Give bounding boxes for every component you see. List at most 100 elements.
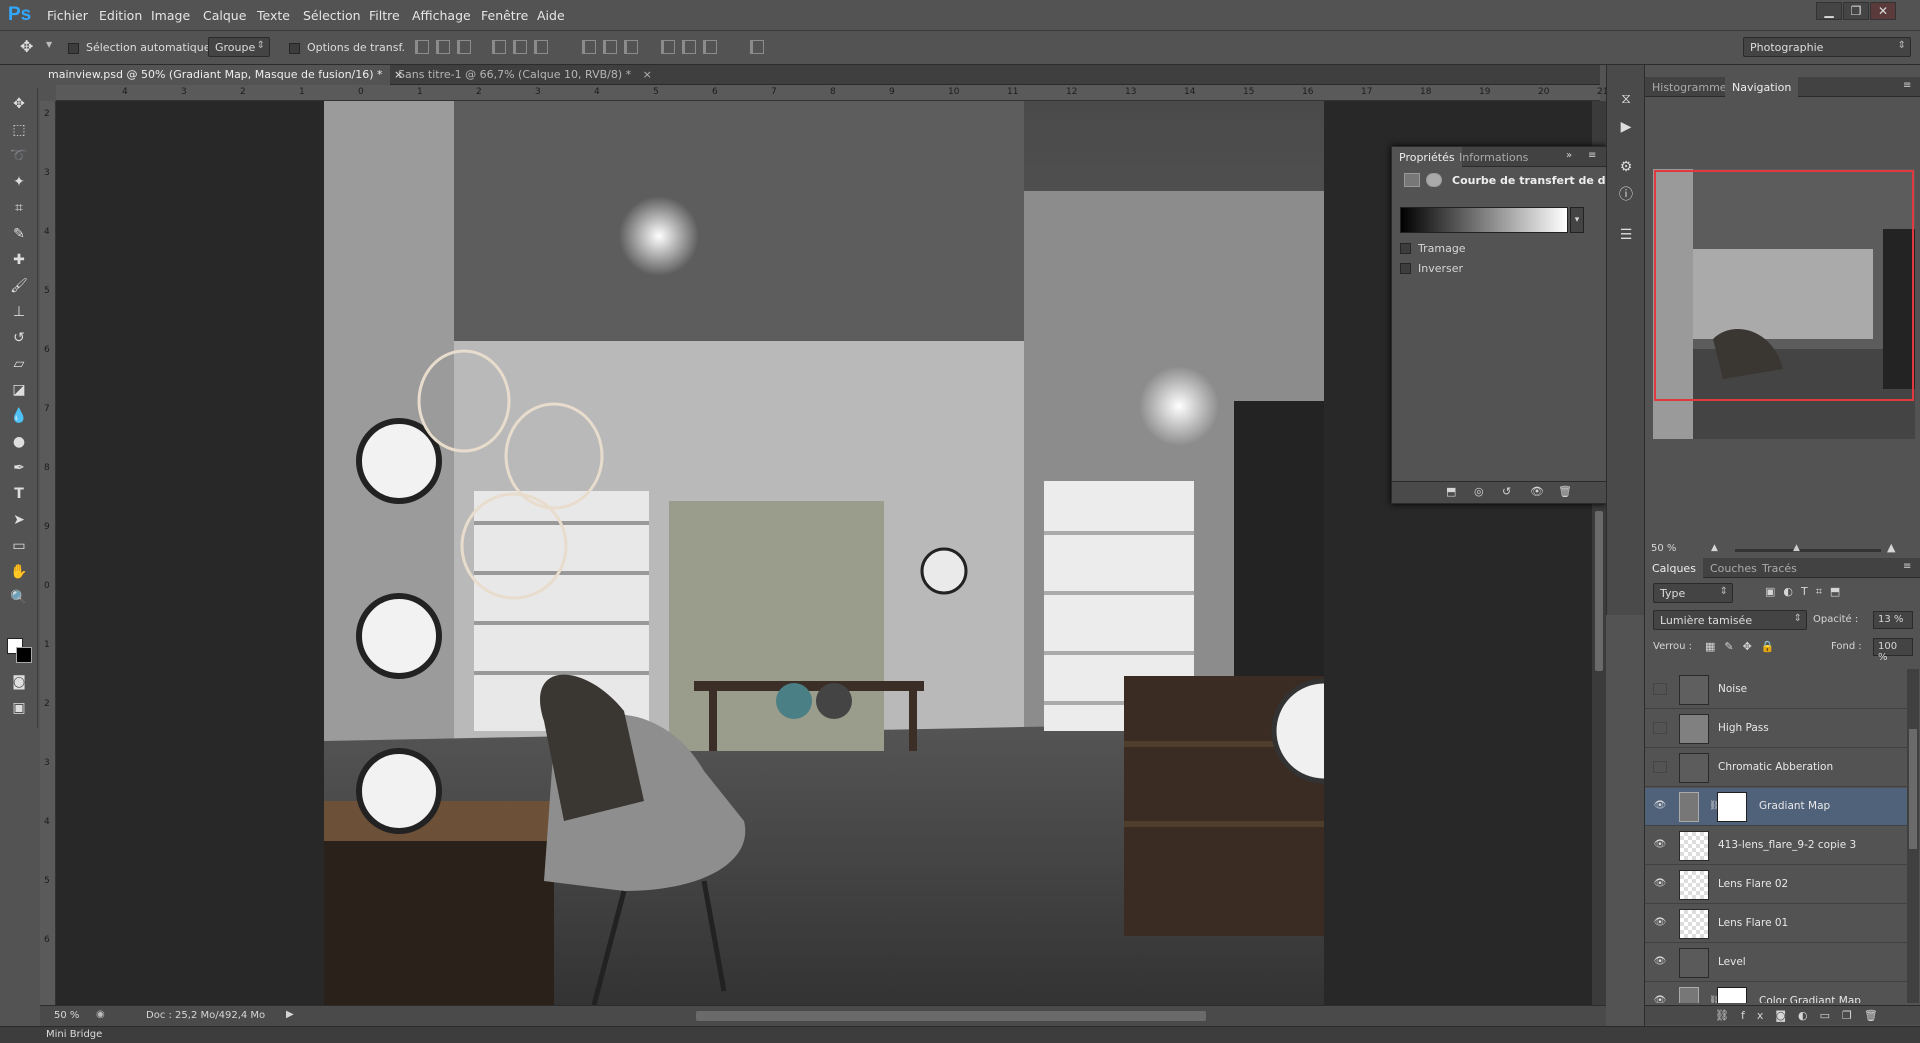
layer-row[interactable]: 👁 Lens Flare 02 bbox=[1645, 866, 1907, 904]
gradient-dropdown-icon[interactable]: ▾ bbox=[1570, 207, 1584, 233]
magic-wand-icon[interactable]: ✦ bbox=[9, 172, 29, 192]
fill-input[interactable]: 100 % bbox=[1873, 638, 1913, 663]
align-icon[interactable] bbox=[513, 40, 527, 54]
background-color-swatch[interactable] bbox=[16, 647, 32, 663]
eye-icon[interactable]: 👁 bbox=[1653, 800, 1667, 812]
menu-aide[interactable]: Aide bbox=[537, 8, 565, 23]
eyedropper-icon[interactable]: ✎ bbox=[9, 224, 29, 244]
layer-row[interactable]: 👁 413-lens_flare_9-2 copie 3 bbox=[1645, 827, 1907, 865]
layer-row[interactable]: 👁 Lens Flare 01 bbox=[1645, 905, 1907, 943]
align-icon[interactable] bbox=[682, 40, 696, 54]
eye-icon[interactable]: 👁 bbox=[1653, 878, 1667, 890]
eye-icon[interactable]: 👁 bbox=[1653, 995, 1667, 1003]
zoom-readout[interactable]: 50 % bbox=[54, 1010, 79, 1021]
layer-mask-thumbnail[interactable] bbox=[1717, 792, 1747, 822]
tab-navigation[interactable]: Navigation bbox=[1725, 77, 1799, 97]
layer-row[interactable]: Chromatic Abberation bbox=[1645, 749, 1907, 787]
eye-icon[interactable]: 👁 bbox=[1653, 839, 1667, 851]
visibility-toggle[interactable] bbox=[1653, 722, 1667, 734]
crop-tool-icon[interactable]: ⌗ bbox=[9, 198, 29, 218]
trash-icon[interactable]: 🗑 bbox=[1558, 485, 1572, 498]
tab-mainview[interactable]: mainview.psd @ 50% (Gradiant Map, Masque… bbox=[40, 65, 403, 85]
view-previous-icon[interactable]: ◎ bbox=[1474, 485, 1484, 498]
history-brush-icon[interactable]: ↺ bbox=[9, 328, 29, 348]
adjustments-icon[interactable]: ⚙ bbox=[1616, 157, 1636, 177]
gradient-preview[interactable] bbox=[1400, 207, 1568, 233]
layer-mask-thumbnail[interactable] bbox=[1717, 987, 1747, 1003]
tab-traces[interactable]: Tracés bbox=[1755, 558, 1804, 578]
screen-mode-icon[interactable]: ▣ bbox=[9, 698, 29, 718]
navigator-preview[interactable] bbox=[1653, 169, 1915, 439]
align-icon[interactable] bbox=[436, 40, 450, 54]
layers-scrollbar[interactable] bbox=[1907, 669, 1919, 1003]
tab-informations[interactable]: Informations bbox=[1452, 147, 1535, 167]
eye-icon[interactable]: 👁 bbox=[1653, 956, 1667, 968]
restore-button[interactable]: ❐ bbox=[1843, 2, 1869, 20]
align-icon[interactable] bbox=[534, 40, 548, 54]
layer-row[interactable]: 👁 ⛓ Color Gradiant Map bbox=[1645, 983, 1907, 1003]
dither-checkbox[interactable] bbox=[1400, 243, 1411, 254]
eye-icon[interactable]: 👁 bbox=[1653, 917, 1667, 929]
dodge-tool-icon[interactable]: ● bbox=[9, 432, 29, 452]
close-button[interactable]: ✕ bbox=[1870, 2, 1896, 20]
eraser-tool-icon[interactable]: ▱ bbox=[9, 354, 29, 374]
scroll-thumb[interactable] bbox=[1909, 729, 1917, 849]
scroll-thumb[interactable] bbox=[1595, 511, 1603, 671]
align-icon[interactable] bbox=[624, 40, 638, 54]
align-icon[interactable] bbox=[603, 40, 617, 54]
tab-calques[interactable]: Calques bbox=[1645, 558, 1703, 578]
status-menu-icon[interactable]: ◉ bbox=[96, 1009, 105, 1020]
collapse-icon[interactable]: » bbox=[1566, 150, 1572, 161]
path-select-icon[interactable]: ➤ bbox=[9, 510, 29, 530]
menu-texte[interactable]: Texte bbox=[257, 8, 290, 23]
zoom-out-icon[interactable]: ▲ bbox=[1711, 543, 1718, 553]
zoom-slider[interactable] bbox=[1735, 549, 1881, 552]
align-icon[interactable] bbox=[457, 40, 471, 54]
align-icon[interactable] bbox=[582, 40, 596, 54]
align-icon[interactable] bbox=[661, 40, 675, 54]
status-arrow-icon[interactable]: ▶ bbox=[286, 1009, 294, 1020]
horizontal-scroll-thumb[interactable] bbox=[696, 1011, 1206, 1021]
align-icon[interactable] bbox=[703, 40, 717, 54]
hand-tool-icon[interactable]: ✋ bbox=[9, 562, 29, 582]
quick-mask-icon[interactable]: ◙ bbox=[9, 672, 29, 692]
marquee-tool-icon[interactable]: ⬚ bbox=[9, 120, 29, 140]
type-tool-icon[interactable]: T bbox=[9, 484, 29, 504]
transform-checkbox[interactable] bbox=[289, 43, 300, 54]
layer-filter-dropdown[interactable]: Type bbox=[1653, 583, 1733, 603]
move-tool-icon[interactable]: ✥ bbox=[20, 37, 33, 56]
info-icon[interactable]: ⓘ bbox=[1616, 185, 1636, 205]
gradient-tool-icon[interactable]: ◪ bbox=[9, 380, 29, 400]
layer-row[interactable]: 👁 Level bbox=[1645, 944, 1907, 982]
brush-tool-icon[interactable]: 🖌 bbox=[9, 276, 29, 296]
layer-row-selected[interactable]: 👁 ⛓ Gradiant Map bbox=[1645, 788, 1907, 826]
filter-icons[interactable]: ▣◐T⌗⬒ bbox=[1765, 585, 1848, 599]
move-tool-icon[interactable]: ✥ bbox=[9, 94, 29, 114]
zoom-in-icon[interactable]: ▲ bbox=[1887, 541, 1895, 554]
blur-tool-icon[interactable]: 💧 bbox=[9, 406, 29, 426]
healing-brush-icon[interactable]: ✚ bbox=[9, 250, 29, 270]
menu-edition[interactable]: Edition bbox=[99, 8, 142, 23]
actions-play-icon[interactable]: ▶ bbox=[1616, 117, 1636, 137]
chevron-down-icon[interactable]: ▼ bbox=[46, 40, 52, 49]
zoom-tool-icon[interactable]: 🔍 bbox=[9, 588, 29, 608]
align-icon[interactable] bbox=[750, 40, 764, 54]
tab-histogramme[interactable]: Histogramme bbox=[1645, 77, 1734, 97]
zoom-slider-thumb[interactable]: ▲ bbox=[1793, 543, 1800, 553]
workspace-dropdown[interactable]: Photographie bbox=[1743, 37, 1911, 57]
reset-icon[interactable]: ↺ bbox=[1502, 485, 1511, 498]
panel-menu-icon[interactable]: ≡ bbox=[1588, 150, 1596, 161]
shape-tool-icon[interactable]: ▭ bbox=[9, 536, 29, 556]
menu-calque[interactable]: Calque bbox=[203, 8, 246, 23]
properties-icon[interactable]: ☰ bbox=[1616, 225, 1636, 245]
menu-fichier[interactable]: Fichier bbox=[47, 8, 88, 23]
auto-select-dropdown[interactable]: Groupe bbox=[208, 37, 270, 57]
clip-icon[interactable]: ⬒ bbox=[1446, 485, 1456, 498]
tab-sans-titre[interactable]: Sans titre-1 @ 66,7% (Calque 10, RVB/8) … bbox=[390, 65, 680, 85]
panel-menu-icon[interactable]: ≡ bbox=[1903, 561, 1911, 572]
opacity-input[interactable]: 13 % bbox=[1873, 611, 1913, 629]
visibility-toggle[interactable] bbox=[1653, 683, 1667, 695]
layer-action-icons[interactable]: ⛓fx◙◐▭❐🗑 bbox=[1715, 1009, 1890, 1022]
navigator-zoom[interactable]: 50 % bbox=[1651, 543, 1676, 554]
visibility-toggle[interactable] bbox=[1653, 761, 1667, 773]
